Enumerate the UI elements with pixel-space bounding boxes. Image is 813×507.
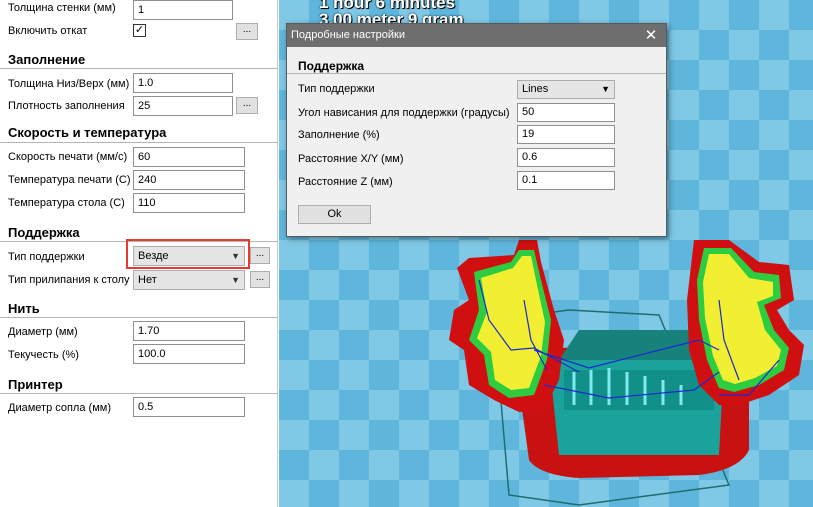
z-distance-input[interactable]: 0.1 xyxy=(517,171,615,190)
infill-section-title: Заполнение xyxy=(8,52,86,67)
infill-density-label: Плотность заполнения xyxy=(8,100,125,112)
settings-panel: Толщина стенки (мм) 1 Включить откат ✓ .… xyxy=(0,0,278,507)
dialog-support-type-label: Тип поддержки xyxy=(298,83,375,95)
adhesion-more-button[interactable]: ... xyxy=(250,271,270,288)
adhesion-label: Тип прилипания к столу xyxy=(8,274,130,286)
adhesion-value: Нет xyxy=(138,274,157,286)
xy-distance-input[interactable]: 0.6 xyxy=(517,148,615,167)
dialog-title: Подробные настройки xyxy=(291,29,405,41)
bottom-top-input[interactable]: 1.0 xyxy=(133,73,233,93)
retraction-checkbox[interactable]: ✓ xyxy=(133,24,146,37)
highlight-box xyxy=(126,239,250,269)
retraction-label: Включить откат xyxy=(8,25,88,37)
bottom-top-label: Толщина Низ/Верх (мм) xyxy=(8,78,130,90)
chevron-down-icon: ▼ xyxy=(231,275,240,285)
chevron-down-icon: ▼ xyxy=(601,84,610,94)
bed-temp-label: Температура стола (С) xyxy=(8,197,125,209)
dialog-support-type-value: Lines xyxy=(522,83,549,95)
fill-label: Заполнение (%) xyxy=(298,129,380,141)
filament-diameter-input[interactable]: 1.70 xyxy=(133,321,245,341)
flow-label: Текучесть (%) xyxy=(8,349,79,361)
close-icon[interactable]: ✕ xyxy=(644,24,658,47)
print-speed-label: Скорость печати (мм/с) xyxy=(8,151,128,163)
printer-section-title: Принтер xyxy=(8,377,63,392)
infill-more-button[interactable]: ... xyxy=(236,97,258,114)
support-structure xyxy=(564,368,714,410)
support-type-label: Тип поддержки xyxy=(8,251,85,263)
filament-section-title: Нить xyxy=(8,301,40,316)
z-distance-label: Расстояние Z (мм) xyxy=(298,176,393,188)
print-temp-input[interactable]: 240 xyxy=(133,170,245,190)
divider xyxy=(0,142,278,143)
xy-distance-label: Расстояние X/Y (мм) xyxy=(298,153,404,165)
wall-thickness-input[interactable]: 1 xyxy=(133,0,233,20)
wall-thickness-label: Толщина стенки (мм) xyxy=(8,2,116,14)
advanced-settings-dialog: Подробные настройки ✕ Поддержка Тип подд… xyxy=(286,23,667,237)
support-more-button[interactable]: ... xyxy=(250,247,270,264)
filament-diameter-label: Диаметр (мм) xyxy=(8,326,78,338)
print-speed-input[interactable]: 60 xyxy=(133,147,245,167)
ok-button[interactable]: Ok xyxy=(298,205,371,224)
divider xyxy=(287,73,666,74)
adhesion-select[interactable]: Нет ▼ xyxy=(133,270,245,290)
infill-density-input[interactable]: 25 xyxy=(133,96,233,116)
divider xyxy=(0,68,278,69)
divider xyxy=(0,317,278,318)
nozzle-diameter-label: Диаметр сопла (мм) xyxy=(8,402,111,414)
bed-temp-input[interactable]: 110 xyxy=(133,193,245,213)
print-temp-label: Температура печати (С) xyxy=(8,174,131,186)
dialog-support-type-select[interactable]: Lines ▼ xyxy=(517,80,615,99)
divider xyxy=(0,393,278,394)
support-section-title: Поддержка xyxy=(8,225,80,240)
fill-input[interactable]: 19 xyxy=(517,125,615,144)
overhang-angle-label: Угол нависания для поддержки (градусы) xyxy=(298,107,510,119)
flow-input[interactable]: 100.0 xyxy=(133,344,245,364)
speed-section-title: Скорость и температура xyxy=(8,125,167,140)
retraction-more-button[interactable]: ... xyxy=(236,23,258,40)
nozzle-diameter-input[interactable]: 0.5 xyxy=(133,397,245,417)
dialog-titlebar: Подробные настройки ✕ xyxy=(287,24,666,47)
dialog-section-title: Поддержка xyxy=(298,59,365,73)
overhang-angle-input[interactable]: 50 xyxy=(517,103,615,122)
